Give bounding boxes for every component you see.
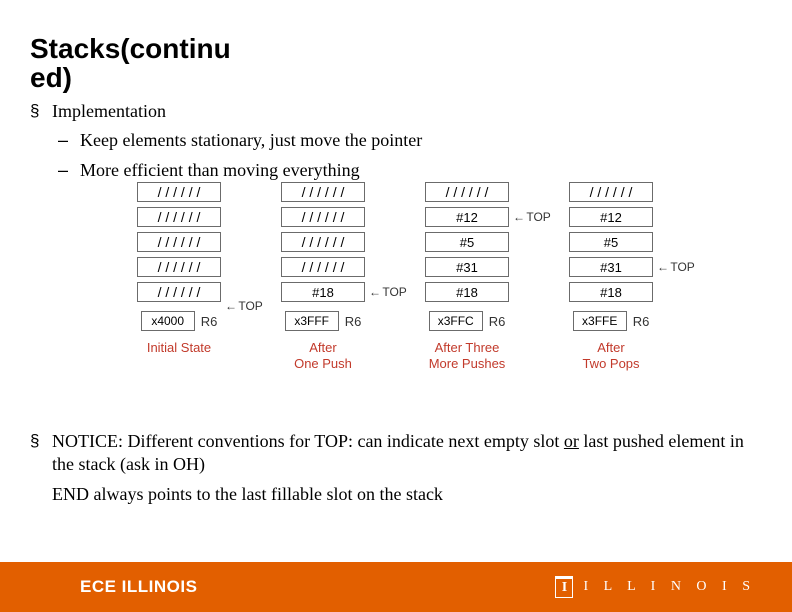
sub-bullet-1-text: Keep elements stationary, just move the …: [80, 129, 750, 152]
empty-cell: / / / / / /: [137, 232, 221, 252]
empty-cell: / / / / / /: [281, 182, 365, 202]
stack-cells: / / / / / /#12#5#31#18TOP: [569, 182, 653, 302]
value-cell: #5: [425, 232, 509, 252]
empty-cell: / / / / / /: [425, 182, 509, 202]
stack-cells: / / / / / /#12#5#31#18TOP: [425, 182, 509, 302]
column-caption: After ThreeMore Pushes: [429, 340, 506, 373]
value-cell: #18: [281, 282, 365, 302]
illinois-i-icon: I: [555, 576, 573, 598]
end-text: END always points to the last fillable s…: [52, 483, 750, 506]
notice-block: § NOTICE: Different conventions for TOP:…: [30, 430, 750, 512]
notice-text: NOTICE: Different conventions for TOP: c…: [52, 430, 750, 477]
empty-cell: / / / / / /: [137, 257, 221, 277]
footer-bar: ECE ILLINOIS I I L L I N O I S: [0, 562, 792, 612]
register-value: x3FFC: [429, 311, 483, 331]
stack-cells: / / / / / / / / / / / / / / / / / / / / / /…: [137, 182, 221, 302]
top-pointer: TOP: [657, 260, 695, 274]
footer-right-logo: I I L L I N O I S: [555, 576, 756, 598]
content-area: § Implementation – Keep elements station…: [30, 100, 750, 188]
value-cell: #5: [569, 232, 653, 252]
column-caption: AfterOne Push: [294, 340, 352, 373]
stack-column: / / / / / /#12#5#31#18TOPx3FFER6AfterTwo…: [557, 182, 665, 373]
slide: Stacks(continu ed) § Implementation – Ke…: [0, 0, 792, 612]
column-caption: Initial State: [147, 340, 211, 356]
register-value: x3FFF: [285, 311, 339, 331]
value-cell: #31: [425, 257, 509, 277]
register-label: R6: [633, 314, 650, 329]
title-line-1: Stacks(continu: [30, 33, 231, 64]
register-label: R6: [489, 314, 506, 329]
title-line-2: ed): [30, 62, 72, 93]
empty-cell: / / / / / /: [281, 232, 365, 252]
implementation-text: Implementation: [52, 100, 750, 123]
dash-symbol: –: [58, 129, 80, 152]
empty-cell: / / / / / /: [569, 182, 653, 202]
top-pointer: TOP: [225, 299, 263, 313]
stack-column: / / / / / /#12#5#31#18TOPx3FFCR6After Th…: [413, 182, 521, 373]
bullet-notice: § NOTICE: Different conventions for TOP:…: [30, 430, 750, 477]
stack-column: / / / / / / / / / / / / / / / / / / / / / /…: [125, 182, 233, 373]
register-row: x3FFE R6: [573, 311, 650, 331]
value-cell: #12: [569, 207, 653, 227]
notice-or: or: [564, 431, 579, 451]
column-caption: AfterTwo Pops: [582, 340, 639, 373]
sub-bullet-2: – More efficient than moving everything: [58, 159, 750, 182]
register-label: R6: [201, 314, 218, 329]
stack-column: / / / / / / / / / / / / / / / / / / / / / /…: [269, 182, 377, 373]
empty-cell: / / / / / /: [281, 257, 365, 277]
footer-left-logo: ECE ILLINOIS: [80, 577, 197, 597]
empty-cell: / / / / / /: [137, 282, 221, 302]
register-value: x4000: [141, 311, 195, 331]
notice-pre: NOTICE: Different conventions for TOP: c…: [52, 431, 564, 451]
dash-symbol: –: [58, 159, 80, 182]
register-value: x3FFE: [573, 311, 627, 331]
register-row: x3FFF R6: [285, 311, 362, 331]
register-row: x4000 R6: [141, 311, 218, 331]
sub-bullet-1: – Keep elements stationary, just move th…: [58, 129, 750, 152]
stack-diagram: / / / / / / / / / / / / / / / / / / / / / /…: [125, 182, 665, 373]
value-cell: #18: [569, 282, 653, 302]
section-symbol: §: [30, 100, 52, 122]
value-cell: #12: [425, 207, 509, 227]
empty-cell: / / / / / /: [137, 182, 221, 202]
bullet-end: END always points to the last fillable s…: [30, 483, 750, 506]
top-pointer: TOP: [513, 210, 551, 224]
register-label: R6: [345, 314, 362, 329]
sub-bullet-2-text: More efficient than moving everything: [80, 159, 750, 182]
empty-cell: / / / / / /: [281, 207, 365, 227]
empty-cell: / / / / / /: [137, 207, 221, 227]
value-cell: #18: [425, 282, 509, 302]
section-symbol: §: [30, 430, 52, 452]
slide-title: Stacks(continu ed): [30, 34, 230, 93]
stack-cells: / / / / / / / / / / / / / / / / / / / / / /…: [281, 182, 365, 302]
footer-right-text: I L L I N O I S: [583, 579, 756, 595]
bullet-implementation: § Implementation: [30, 100, 750, 123]
top-pointer: TOP: [369, 285, 407, 299]
register-row: x3FFC R6: [429, 311, 506, 331]
value-cell: #31: [569, 257, 653, 277]
